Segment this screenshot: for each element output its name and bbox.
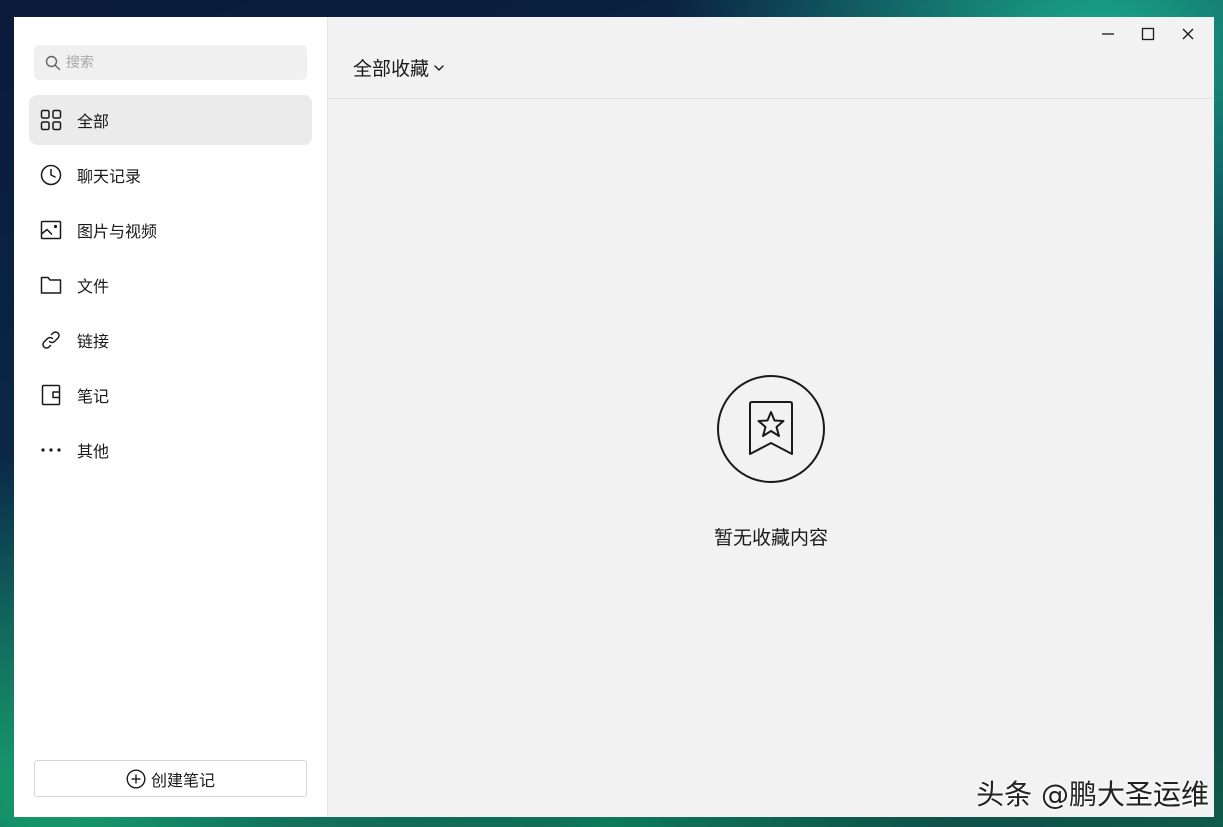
search-input[interactable] xyxy=(66,54,286,71)
favorites-window: 全部 聊天记录 图片与视频 文件 xyxy=(14,17,1214,817)
minimize-icon xyxy=(1101,26,1115,45)
sidebar-item-label: 图片与视频 xyxy=(77,222,158,241)
create-note-button[interactable]: 创建笔记 xyxy=(34,760,307,797)
window-controls xyxy=(1088,23,1208,47)
sidebar-item-notes[interactable]: 笔记 xyxy=(29,370,312,420)
sidebar-item-label: 笔记 xyxy=(77,387,110,406)
sidebar-item-all[interactable]: 全部 xyxy=(29,95,312,145)
watermark: 头条 @鹏大圣运维 xyxy=(976,778,1209,811)
main-panel: 全部收藏 暂无收藏内容 xyxy=(328,17,1214,817)
sidebar-item-chat-history[interactable]: 聊天记录 xyxy=(29,150,312,200)
empty-message: 暂无收藏内容 xyxy=(713,527,828,549)
maximize-icon xyxy=(1141,26,1155,45)
sidebar-item-links[interactable]: 链接 xyxy=(29,315,312,365)
search-box[interactable] xyxy=(34,45,307,80)
create-note-label: 创建笔记 xyxy=(150,770,215,790)
note-icon xyxy=(39,383,63,407)
bookmark-star-icon xyxy=(717,375,825,483)
page-title: 全部收藏 xyxy=(353,58,430,80)
grid-icon xyxy=(39,108,63,132)
main-header: 全部收藏 xyxy=(328,17,1214,99)
favorites-filter-dropdown[interactable]: 全部收藏 xyxy=(353,54,445,81)
sidebar-item-label: 文件 xyxy=(77,277,110,296)
sidebar: 全部 聊天记录 图片与视频 文件 xyxy=(14,17,328,817)
folder-icon xyxy=(39,273,63,297)
sidebar-item-label: 聊天记录 xyxy=(77,167,142,186)
image-icon xyxy=(39,218,63,242)
minimize-button[interactable] xyxy=(1088,23,1128,47)
plus-circle-icon xyxy=(126,768,146,789)
sidebar-item-label: 全部 xyxy=(77,112,110,131)
empty-state: 暂无收藏内容 xyxy=(328,375,1214,550)
sidebar-item-label: 链接 xyxy=(77,332,110,351)
sidebar-item-images-videos[interactable]: 图片与视频 xyxy=(29,205,312,255)
close-icon xyxy=(1181,26,1195,45)
sidebar-item-other[interactable]: 其他 xyxy=(29,425,312,475)
more-icon xyxy=(39,438,63,462)
chevron-down-icon xyxy=(433,62,445,74)
link-icon xyxy=(39,328,63,352)
clock-icon xyxy=(39,163,63,187)
maximize-button[interactable] xyxy=(1128,23,1168,47)
close-button[interactable] xyxy=(1168,23,1208,47)
sidebar-item-label: 其他 xyxy=(77,442,110,461)
search-icon xyxy=(45,55,61,71)
sidebar-nav: 全部 聊天记录 图片与视频 文件 链接 笔记 其他 xyxy=(29,95,312,480)
sidebar-item-files[interactable]: 文件 xyxy=(29,260,312,310)
